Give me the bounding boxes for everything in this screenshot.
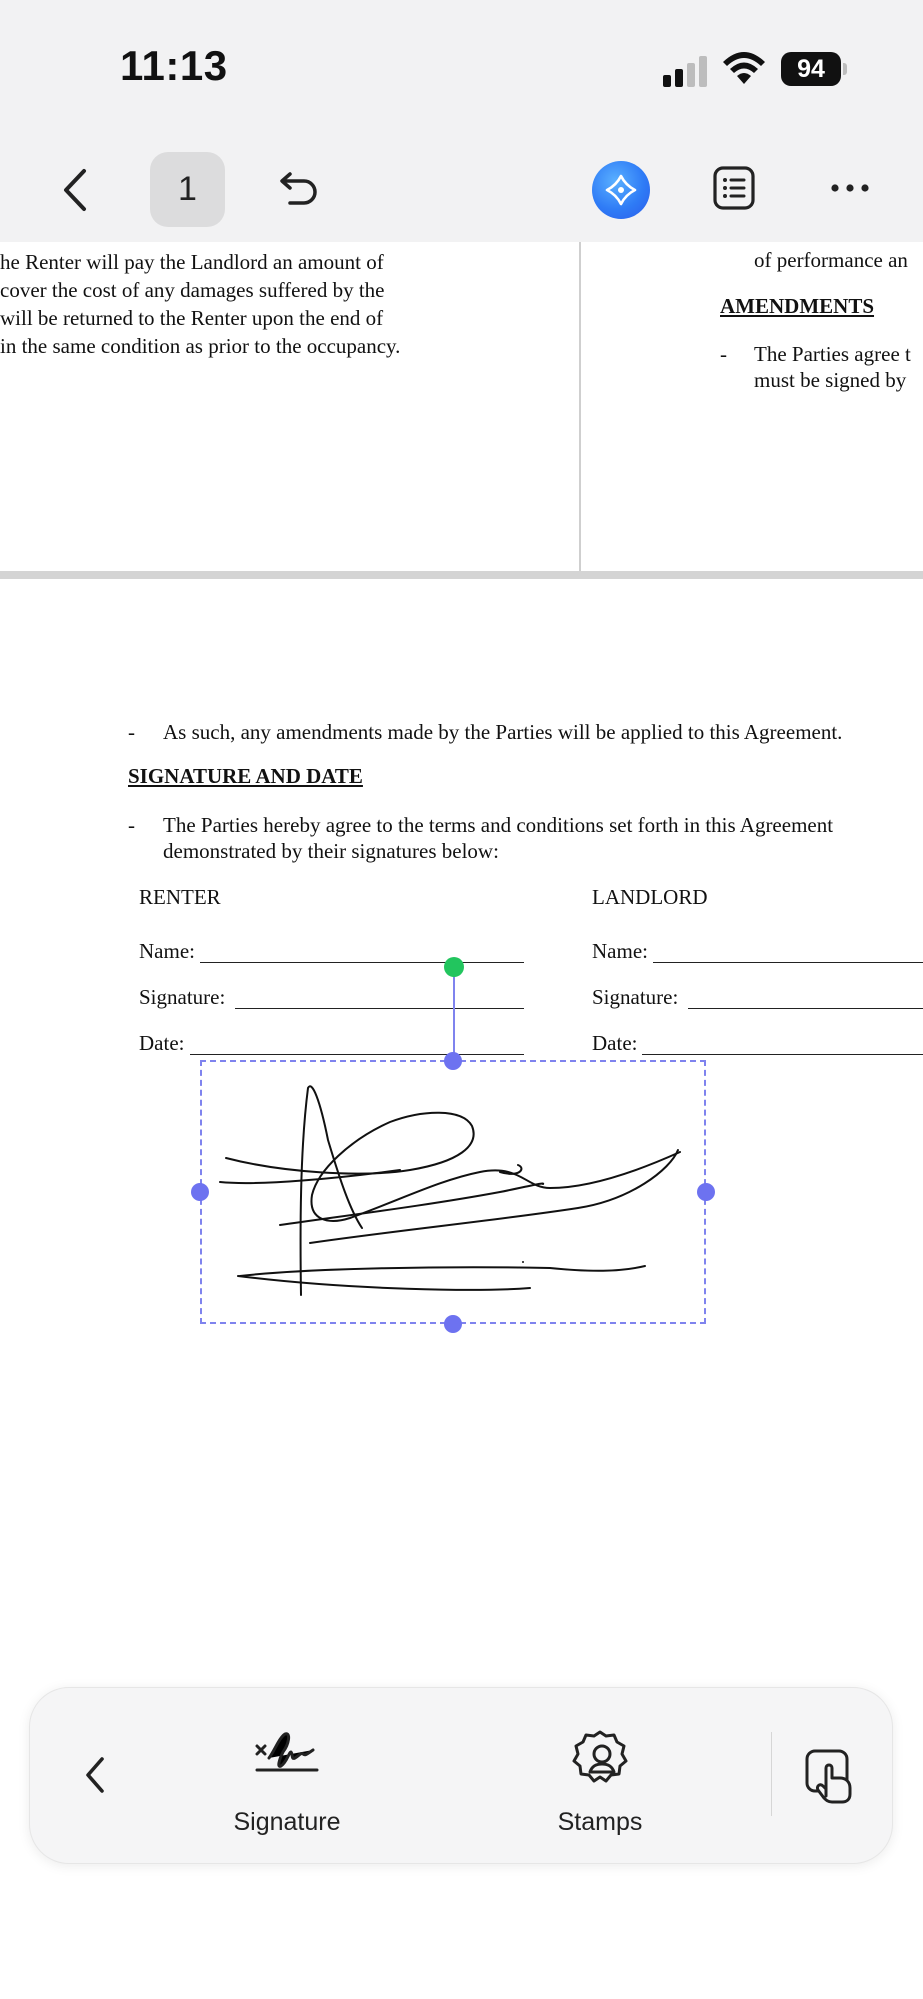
battery-indicator: 94: [781, 52, 841, 86]
toolbar-divider: [771, 1732, 772, 1816]
renter-signature-line[interactable]: [235, 1008, 524, 1009]
ai-sparkle-icon: [605, 174, 637, 206]
signature-tool-button[interactable]: Signature: [215, 1720, 355, 1840]
renter-name-line[interactable]: [200, 962, 524, 963]
stamp-icon: [572, 1730, 628, 1783]
signature-tool-label: Signature: [233, 1808, 341, 1836]
stamps-tool-label: Stamps: [557, 1808, 643, 1836]
signature-icon: [255, 1732, 319, 1772]
resize-handle-top[interactable]: [444, 1052, 462, 1070]
rotate-handle-stem: [453, 966, 455, 1060]
chevron-left-icon: [64, 169, 86, 211]
page1-text-line: he Renter will pay the Landlord an amoun…: [0, 250, 384, 274]
battery-tip: [843, 63, 847, 75]
annotation-toolbar: [29, 1687, 893, 1864]
undo-icon: [280, 172, 317, 205]
chevron-left-icon: [86, 1757, 104, 1793]
page1-text-line: cover the cost of any damages suffered b…: [0, 278, 385, 302]
resize-handle-left[interactable]: [191, 1183, 209, 1201]
terms-text: The Parties hereby agree to the terms an…: [163, 813, 834, 837]
page1-right-text: of performance an: [754, 248, 908, 272]
landlord-date-line[interactable]: [642, 1054, 923, 1055]
renter-signature-label: Signature:: [139, 985, 226, 1009]
amendments-heading: AMENDMENTS: [720, 294, 875, 318]
page1-right-text: must be signed by: [754, 368, 907, 392]
touch-select-button[interactable]: [800, 1745, 860, 1807]
renter-label: RENTER: [139, 885, 221, 909]
finger-touch-icon: [805, 1749, 852, 1804]
page1-right-column: of performance an AMENDMENTS - The Parti…: [582, 242, 923, 402]
cellular-signal-icon: [661, 55, 711, 87]
back-button[interactable]: [50, 160, 100, 220]
renter-date-line[interactable]: [190, 1054, 524, 1055]
outline-button[interactable]: [706, 160, 762, 216]
resize-handle-right[interactable]: [697, 1183, 715, 1201]
signature-date-heading: SIGNATURE AND DATE: [128, 764, 363, 788]
landlord-name-label: Name:: [592, 939, 648, 963]
top-nav-bar: [0, 120, 923, 243]
page-number-button[interactable]: 1: [150, 152, 225, 227]
page1-text-line: will be returned to the Renter upon the …: [0, 306, 384, 330]
landlord-name-line[interactable]: [653, 962, 923, 963]
wifi-icon: [722, 50, 766, 86]
bullet-dash: -: [720, 342, 727, 366]
page1-right-text: The Parties agree t: [754, 342, 911, 366]
undo-button[interactable]: [272, 160, 328, 216]
renter-name-label: Name:: [139, 939, 195, 963]
drawn-signature[interactable]: [200, 1060, 706, 1324]
list-icon: [713, 166, 755, 210]
landlord-signature-label: Signature:: [592, 985, 679, 1009]
column-divider: [579, 242, 581, 571]
resize-handle-bottom[interactable]: [444, 1315, 462, 1333]
page1-text-line: in the same condition as prior to the oc…: [0, 334, 401, 358]
rotate-handle[interactable]: [444, 957, 464, 977]
terms-text: demonstrated by their signatures below:: [163, 839, 499, 863]
stamps-tool-button[interactable]: Stamps: [530, 1720, 670, 1840]
ellipsis-icon: [831, 184, 869, 192]
more-options-button[interactable]: [822, 168, 878, 208]
toolbar-back-button[interactable]: [70, 1750, 120, 1800]
bullet-dash: -: [128, 813, 135, 837]
landlord-date-label: Date:: [592, 1031, 638, 1055]
status-time: 11:13: [120, 42, 228, 89]
amendment-text: As such, any amendments made by the Part…: [163, 720, 843, 744]
landlord-label: LANDLORD: [592, 885, 708, 909]
page1-left-column: he Renter will pay the Landlord an amoun…: [0, 248, 442, 368]
page-separator: [0, 571, 923, 579]
landlord-signature-line[interactable]: [688, 1008, 923, 1009]
renter-date-label: Date:: [139, 1031, 185, 1055]
ai-assistant-button[interactable]: [592, 161, 650, 219]
bullet-dash: -: [128, 720, 135, 744]
